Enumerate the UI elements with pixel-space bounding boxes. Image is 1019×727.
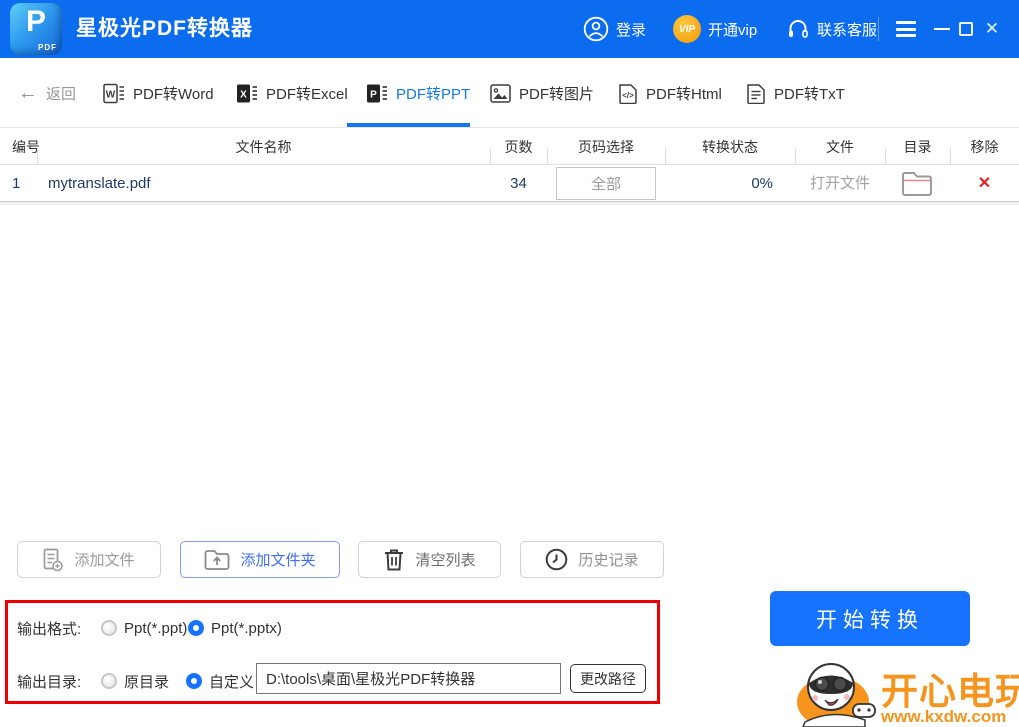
radio-pptx-label[interactable]: Ppt(*.pptx) [211,620,282,637]
tab-label: PDF转Excel [266,85,348,103]
output-dir-label: 输出目录: [17,673,82,691]
radio-original-dir-label[interactable]: 原目录 [124,671,169,692]
remove-file-button[interactable]: ✕ [950,165,1019,202]
add-folder-button[interactable]: 添加文件夹 [180,541,340,578]
tab-label: PDF转TxT [774,85,845,103]
row-status: 0% [751,175,773,192]
row-filename: mytranslate.pdf [48,175,151,192]
add-file-label: 添加文件 [74,552,135,569]
output-path-input[interactable] [256,663,561,694]
tab-pdf-to-image[interactable]: PDF转图片 [490,58,594,128]
start-convert-button[interactable]: 开始转换 [770,591,970,646]
svg-text:W: W [106,89,116,100]
clock-icon [546,548,568,571]
history-button[interactable]: 历史记录 [520,541,664,578]
tab-pdf-to-ppt[interactable]: P PDF转PPT [366,58,470,128]
tab-pdf-to-txt[interactable]: PDF转TxT [746,58,845,128]
pdf-converter-window: { "titlebar": { "app_title": "星极光PDF转换器"… [0,0,1019,727]
person-icon [583,16,609,42]
add-folder-icon [205,549,230,570]
login-label: 登录 [616,21,647,39]
change-path-button[interactable]: 更改路径 [570,664,646,693]
row-pages: 34 [510,175,527,192]
output-format-row: 输出格式: Ppt(*.ppt) Ppt(*.pptx) [8,613,657,643]
output-dir-row: 输出目录: 原目录 自定义 更改路径 [8,663,657,696]
open-vip-button[interactable]: VIP 开通vip [673,0,757,58]
back-arrow-icon: ← [18,81,38,104]
image-doc-icon [490,83,511,104]
svg-text:</>: </> [622,91,634,100]
headset-icon [789,20,808,38]
back-button[interactable]: ← 返回 [18,58,76,128]
word-doc-icon: W [103,83,125,104]
open-dir-button[interactable] [885,165,950,202]
radio-original-dir[interactable] [101,673,117,689]
add-file-icon [44,548,64,571]
output-format-label: 输出格式: [17,620,82,638]
watermark-site-name: 开心电玩 [881,671,1019,712]
minimize-button[interactable] [934,28,950,30]
contact-service-button[interactable]: 联系客服 [786,0,877,58]
app-title: 星极光PDF转换器 [76,17,253,40]
ppt-doc-icon: P [366,83,388,104]
col-remove: 移除 [970,139,999,155]
svg-text:P: P [370,89,377,100]
col-status: 转换状态 [702,139,758,155]
trash-icon [385,549,404,570]
logo-letter: P [25,5,46,38]
active-tab-indicator [347,123,470,127]
col-file: 文件 [826,139,854,155]
tab-pdf-to-word[interactable]: W PDF转Word [103,58,214,128]
close-button[interactable]: ✕ [983,18,1001,40]
tab-pdf-to-html[interactable]: </> PDF转Html [618,58,722,128]
col-pages: 页数 [504,139,533,155]
clear-list-button[interactable]: 清空列表 [358,541,501,578]
page-select-dropdown[interactable]: 全部 [556,167,656,200]
titlebar-divider [878,17,879,41]
titlebar: P PDF 星极光PDF转换器 登录 VIP 开通vip 联系客服 ✕ [0,0,1019,58]
radio-ppt[interactable] [101,620,117,636]
html-doc-icon: </> [618,83,638,104]
clear-list-label: 清空列表 [415,552,476,569]
vip-badge-icon: VIP [673,15,701,43]
login-button[interactable]: 登录 [583,0,646,58]
col-index: 编号 [12,139,40,155]
menu-icon[interactable] [896,21,916,37]
tabbar: ← 返回 W PDF转Word X PDF转Excel P PDF转PPT PD… [0,58,1019,128]
add-folder-label: 添加文件夹 [240,552,316,569]
col-page-select: 页码选择 [578,139,634,155]
gamepad-icon [852,703,876,718]
folder-icon [901,172,932,196]
row-index: 1 [12,175,21,192]
app-logo-icon: P PDF [10,3,62,55]
watermark-site-url: www.kxdw.com [880,707,1006,726]
excel-doc-icon: X [236,83,258,104]
vip-label: 开通vip [708,21,758,39]
radio-custom-dir[interactable] [186,673,202,689]
service-label: 联系客服 [817,21,878,39]
radio-custom-dir-label[interactable]: 自定义 [209,671,254,692]
table-row: 1 mytranslate.pdf 34 全部 0% 打开文件 ✕ [0,165,1019,202]
radio-ppt-label[interactable]: Ppt(*.ppt) [124,620,187,637]
col-dir: 目录 [903,139,932,155]
open-file-link[interactable]: 打开文件 [795,165,885,202]
tab-pdf-to-excel[interactable]: X PDF转Excel [236,58,348,128]
txt-doc-icon [746,83,766,104]
col-filename: 文件名称 [235,139,292,155]
add-file-button[interactable]: 添加文件 [17,541,161,578]
maximize-button[interactable] [959,22,973,36]
file-table-header: 编号 文件名称 页数 页码选择 转换状态 文件 目录 移除 [0,129,1019,165]
svg-text:X: X [240,89,247,100]
kxdw-watermark: 开心电玩 www.kxdw.com [797,663,1019,727]
history-label: 历史记录 [578,552,639,569]
radio-pptx[interactable] [188,620,204,636]
tab-label: PDF转PPT [396,85,471,103]
tab-label: PDF转图片 [519,85,595,103]
tab-label: PDF转Html [646,85,722,103]
tab-label: PDF转Word [133,85,214,103]
output-options-panel: 输出格式: Ppt(*.ppt) Ppt(*.pptx) 输出目录: 原目录 自… [5,600,660,704]
logo-pdf-label: PDF [38,43,57,52]
back-label: 返回 [46,85,77,103]
